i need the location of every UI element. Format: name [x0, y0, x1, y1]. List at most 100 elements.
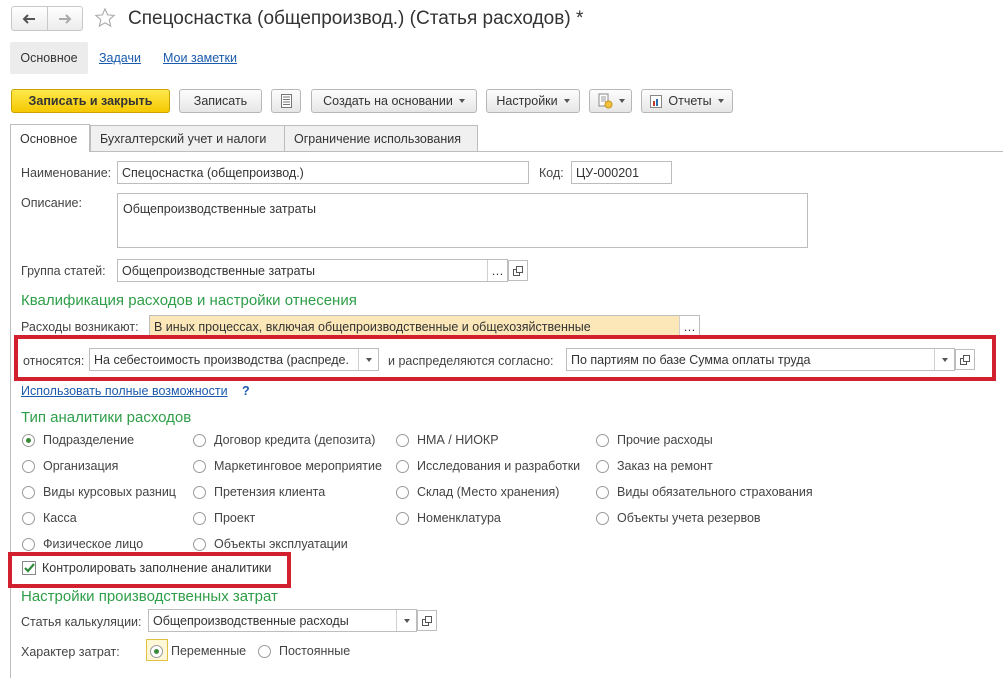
save-button[interactable]: Записать [179, 89, 262, 113]
analytics-option-label: Физическое лицо [43, 537, 144, 551]
radio-dot [396, 485, 409, 499]
analytics-option-label: Касса [43, 511, 77, 525]
analytics-option-radio[interactable]: Касса [22, 511, 77, 525]
code-label: Код: [539, 166, 564, 180]
tab-main-label: Основное [20, 131, 78, 146]
create-based-button[interactable]: Создать на основании [311, 89, 477, 113]
calc-open-button[interactable] [417, 610, 437, 631]
reports-button[interactable]: Отчеты [641, 89, 733, 113]
panel-tasks-link[interactable]: Задачи [99, 51, 141, 65]
analytics-option-radio[interactable]: Проект [193, 511, 255, 525]
tab-main[interactable]: Основное [10, 124, 90, 152]
panel-main[interactable]: Основное [10, 42, 88, 74]
analytics-option-radio[interactable]: Организация [22, 459, 118, 473]
radio-dot [193, 511, 206, 525]
analytics-option-label: Маркетинговое мероприятие [214, 459, 382, 473]
radio-dot [596, 485, 609, 499]
analytics-option-radio[interactable]: Прочие расходы [596, 433, 713, 447]
analytics-option-label: Исследования и разработки [417, 459, 581, 473]
radio-dot [22, 433, 35, 447]
radio-dot [596, 511, 609, 525]
nature-variable-radio[interactable]: Переменные [150, 644, 246, 658]
analytics-option-radio[interactable]: Объекты эксплуатации [193, 537, 348, 551]
nav-group [11, 6, 83, 31]
calc-label: Статья калькуляции: [21, 615, 142, 629]
analytics-option-radio[interactable]: Маркетинговое мероприятие [193, 459, 382, 473]
analytics-option-radio[interactable]: Склад (Место хранения) [396, 485, 559, 499]
group-input[interactable]: Общепроизводственные затраты … [117, 259, 508, 282]
print-button[interactable] [589, 89, 632, 113]
analytics-option-label: Виды обязательного страхования [617, 485, 813, 499]
chevron-down-icon [717, 99, 724, 103]
full-features-link[interactable]: Использовать полные возможности [21, 384, 228, 398]
code-input[interactable]: ЦУ-000201 [571, 161, 672, 184]
radio-dot [596, 433, 609, 447]
highlight-control-checkbox [8, 552, 291, 588]
analytics-option-label: НМА / НИОКР [417, 433, 499, 447]
radio-dot [193, 459, 206, 473]
nature-label: Характер затрат: [21, 645, 120, 659]
tab-strip-line [10, 151, 1003, 152]
description-text: Общепроизводственные затраты [123, 202, 316, 216]
analytics-option-radio[interactable]: Подразделение [22, 433, 134, 447]
tab-restrictions-label: Ограничение использования [294, 131, 461, 146]
analytics-option-radio[interactable]: Претензия клиента [193, 485, 325, 499]
analytics-option-radio[interactable]: Номенклатура [396, 511, 501, 525]
back-button[interactable] [12, 7, 48, 30]
tab-accounting[interactable]: Бухгалтерский учет и налоги [90, 125, 285, 151]
save-close-button[interactable]: Записать и закрыть [11, 89, 170, 113]
nature-fixed-radio[interactable]: Постоянные [258, 644, 350, 658]
chevron-down-icon [458, 99, 465, 103]
radio-dot [22, 485, 35, 499]
reports-label: Отчеты [668, 94, 712, 108]
analytics-option-label: Проект [214, 511, 256, 525]
analytics-option-radio[interactable]: НМА / НИОКР [396, 433, 499, 447]
highlight-relate-row [14, 335, 996, 381]
arrow-right-icon [58, 13, 72, 24]
section-analytics-title: Тип аналитики расходов [21, 409, 192, 426]
section-production-title: Настройки производственных затрат [21, 588, 278, 605]
star-icon [94, 7, 116, 28]
forward-button[interactable] [48, 7, 83, 30]
analytics-option-radio[interactable]: Объекты учета резервов [596, 511, 761, 525]
document-list-button[interactable] [271, 89, 301, 113]
open-icon [513, 265, 523, 276]
group-open-button[interactable] [508, 260, 528, 281]
group-select-button[interactable]: … [487, 260, 507, 281]
window-title: Спецоснастка (общепроизвод.) (Статья рас… [128, 8, 584, 29]
list-icon [280, 94, 292, 108]
analytics-option-label: Прочие расходы [617, 433, 713, 447]
radio-dot [396, 459, 409, 473]
radio-dot [22, 511, 35, 525]
radio-dot [396, 433, 409, 447]
analytics-option-radio[interactable]: Исследования и разработки [396, 459, 580, 473]
analytics-option-radio[interactable]: Физическое лицо [22, 537, 143, 551]
radio-dot [193, 433, 206, 447]
chevron-down-icon [403, 618, 410, 623]
analytics-option-radio[interactable]: Виды курсовых разниц [22, 485, 176, 499]
analytics-option-radio[interactable]: Заказ на ремонт [596, 459, 713, 473]
analytics-option-radio[interactable]: Виды обязательного страхования [596, 485, 813, 499]
analytics-option-radio[interactable]: Договор кредита (депозита) [193, 433, 375, 447]
group-value: Общепроизводственные затраты [122, 263, 315, 278]
name-input[interactable]: Спецоснастка (общепроизвод.) [117, 161, 529, 184]
calc-dropdown-button[interactable] [396, 610, 416, 631]
settings-button[interactable]: Настройки [486, 89, 580, 113]
description-textarea[interactable]: Общепроизводственные затраты [117, 193, 808, 248]
analytics-option-label: Номенклатура [417, 511, 501, 525]
tab-restrictions[interactable]: Ограничение использования [284, 125, 478, 151]
radio-dot [596, 459, 609, 473]
arise-value: В иных процессах, включая общепроизводст… [154, 319, 591, 334]
help-icon[interactable]: ? [242, 384, 250, 398]
panel-notes-link[interactable]: Мои заметки [163, 51, 237, 65]
radio-dot [396, 511, 409, 525]
radio-dot [193, 537, 206, 551]
description-label: Описание: [21, 196, 82, 210]
arise-select-button[interactable]: … [679, 316, 699, 337]
create-based-label: Создать на основании [323, 94, 453, 108]
calc-select[interactable]: Общепроизводственные расходы [148, 609, 417, 632]
name-label: Наименование: [21, 166, 112, 180]
nature-variable-label: Переменные [171, 644, 247, 658]
analytics-option-label: Объекты эксплуатации [214, 537, 348, 551]
favorite-button[interactable] [94, 7, 116, 32]
